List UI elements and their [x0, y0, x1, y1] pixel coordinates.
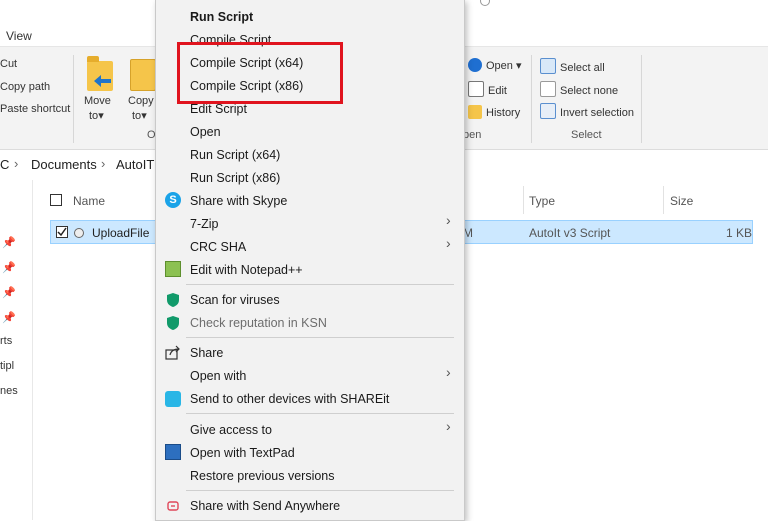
file-size: 1 KB — [726, 226, 753, 240]
select-none-icon — [540, 81, 556, 97]
edit-icon — [468, 81, 484, 97]
notepad-plus-icon — [165, 261, 181, 277]
open-group-label: pen — [463, 129, 482, 141]
file-name[interactable]: UploadFile — [92, 226, 149, 240]
invert-selection-button[interactable]: Invert selection — [540, 103, 634, 119]
pin-icon: 📌 — [2, 287, 16, 299]
move-folder-icon — [87, 56, 113, 91]
menu-item-give-access[interactable]: Give access to — [190, 423, 272, 437]
select-group-label: Select — [571, 129, 602, 141]
select-all-icon — [540, 58, 556, 74]
copy-to-sub-label: to▾ — [132, 110, 147, 122]
copy-to-label: Copy — [128, 95, 154, 107]
chevron-right-icon: › — [446, 235, 451, 251]
history-icon — [468, 105, 482, 119]
window-handle-icon — [480, 0, 490, 6]
chevron-right-icon: › — [101, 156, 106, 171]
chevron-right-icon: › — [446, 364, 451, 380]
row-checkbox[interactable] — [56, 226, 68, 238]
nav-item[interactable]: nes — [0, 385, 18, 397]
textpad-icon — [165, 444, 181, 460]
file-type: AutoIt v3 Script — [529, 226, 611, 240]
menu-item-run-x86[interactable]: Run Script (x86) — [190, 171, 280, 185]
select-all-button[interactable]: Select all — [540, 58, 605, 74]
column-header-type[interactable]: Type — [529, 194, 555, 208]
open-button[interactable]: Open ▾ — [468, 58, 522, 72]
shareit-icon — [165, 391, 181, 407]
open-icon — [468, 58, 482, 72]
column-header-name[interactable]: Name — [73, 194, 105, 208]
menu-item-run-x64[interactable]: Run Script (x64) — [190, 148, 280, 162]
chevron-right-icon: › — [446, 418, 451, 434]
skype-icon: S — [165, 192, 181, 208]
invert-selection-icon — [540, 103, 556, 119]
menu-item-7zip[interactable]: 7-Zip — [190, 217, 218, 231]
select-none-button[interactable]: Select none — [540, 81, 618, 97]
chevron-right-icon: › — [14, 156, 19, 171]
share-icon — [165, 345, 181, 361]
breadcrumb-documents[interactable]: Documents — [31, 157, 97, 172]
kaspersky-shield-icon — [165, 292, 181, 308]
menu-item-share[interactable]: Share — [190, 346, 223, 360]
move-to-sub-label: to▾ — [89, 110, 104, 122]
column-header-size[interactable]: Size — [670, 194, 693, 208]
menu-item-crc-sha[interactable]: CRC SHA — [190, 240, 246, 254]
menu-item-restore-versions[interactable]: Restore previous versions — [190, 469, 335, 483]
edit-button[interactable]: Edit — [468, 81, 507, 97]
menu-item-open[interactable]: Open — [190, 125, 221, 139]
history-button[interactable]: History — [468, 105, 520, 119]
kaspersky-shield-icon — [165, 315, 181, 331]
menu-item-edit-notepad[interactable]: Edit with Notepad++ — [190, 263, 303, 277]
menu-item-open-textpad[interactable]: Open with TextPad — [190, 446, 295, 460]
chevron-right-icon: › — [446, 212, 451, 228]
menu-item-open-with[interactable]: Open with — [190, 369, 246, 383]
highlight-annotation-box — [177, 42, 343, 104]
menu-item-run-script[interactable]: Run Script — [190, 10, 253, 24]
menu-item-send-shareit[interactable]: Send to other devices with SHAREit — [190, 392, 389, 406]
menu-item-share-skype[interactable]: Share with Skype — [190, 194, 287, 208]
move-to-label: Move — [84, 95, 111, 107]
pin-icon: 📌 — [2, 262, 16, 274]
cut-button[interactable]: Cut — [0, 58, 17, 70]
menu-item-scan-viruses[interactable]: Scan for viruses — [190, 293, 280, 307]
copy-folder-icon — [130, 59, 156, 91]
breadcrumb-pc[interactable]: C — [0, 157, 9, 172]
tab-view[interactable]: View — [6, 29, 32, 43]
menu-item-check-ksn[interactable]: Check reputation in KSN — [190, 316, 327, 330]
breadcrumb-autoit[interactable]: AutoIT — [116, 157, 154, 172]
menu-item-edit-script[interactable]: Edit Script — [190, 102, 247, 116]
menu-item-send-anywhere[interactable]: Share with Send Anywhere — [190, 499, 340, 513]
pin-icon: 📌 — [2, 312, 16, 324]
select-all-checkbox[interactable] — [50, 194, 62, 206]
nav-item[interactable]: rts — [0, 335, 12, 347]
copy-path-button[interactable]: Copy path — [0, 81, 50, 93]
autoit-file-icon — [74, 228, 84, 238]
nav-item[interactable]: tipl — [0, 360, 14, 372]
arrow-icon — [94, 75, 111, 87]
navigation-pane[interactable]: 📌 📌 📌 📌 rts tipl nes — [0, 180, 33, 520]
pin-icon: 📌 — [2, 237, 16, 249]
paste-shortcut-button[interactable]: Paste shortcut — [0, 103, 70, 115]
send-anywhere-icon — [165, 498, 181, 514]
checkmark-icon — [57, 227, 67, 237]
